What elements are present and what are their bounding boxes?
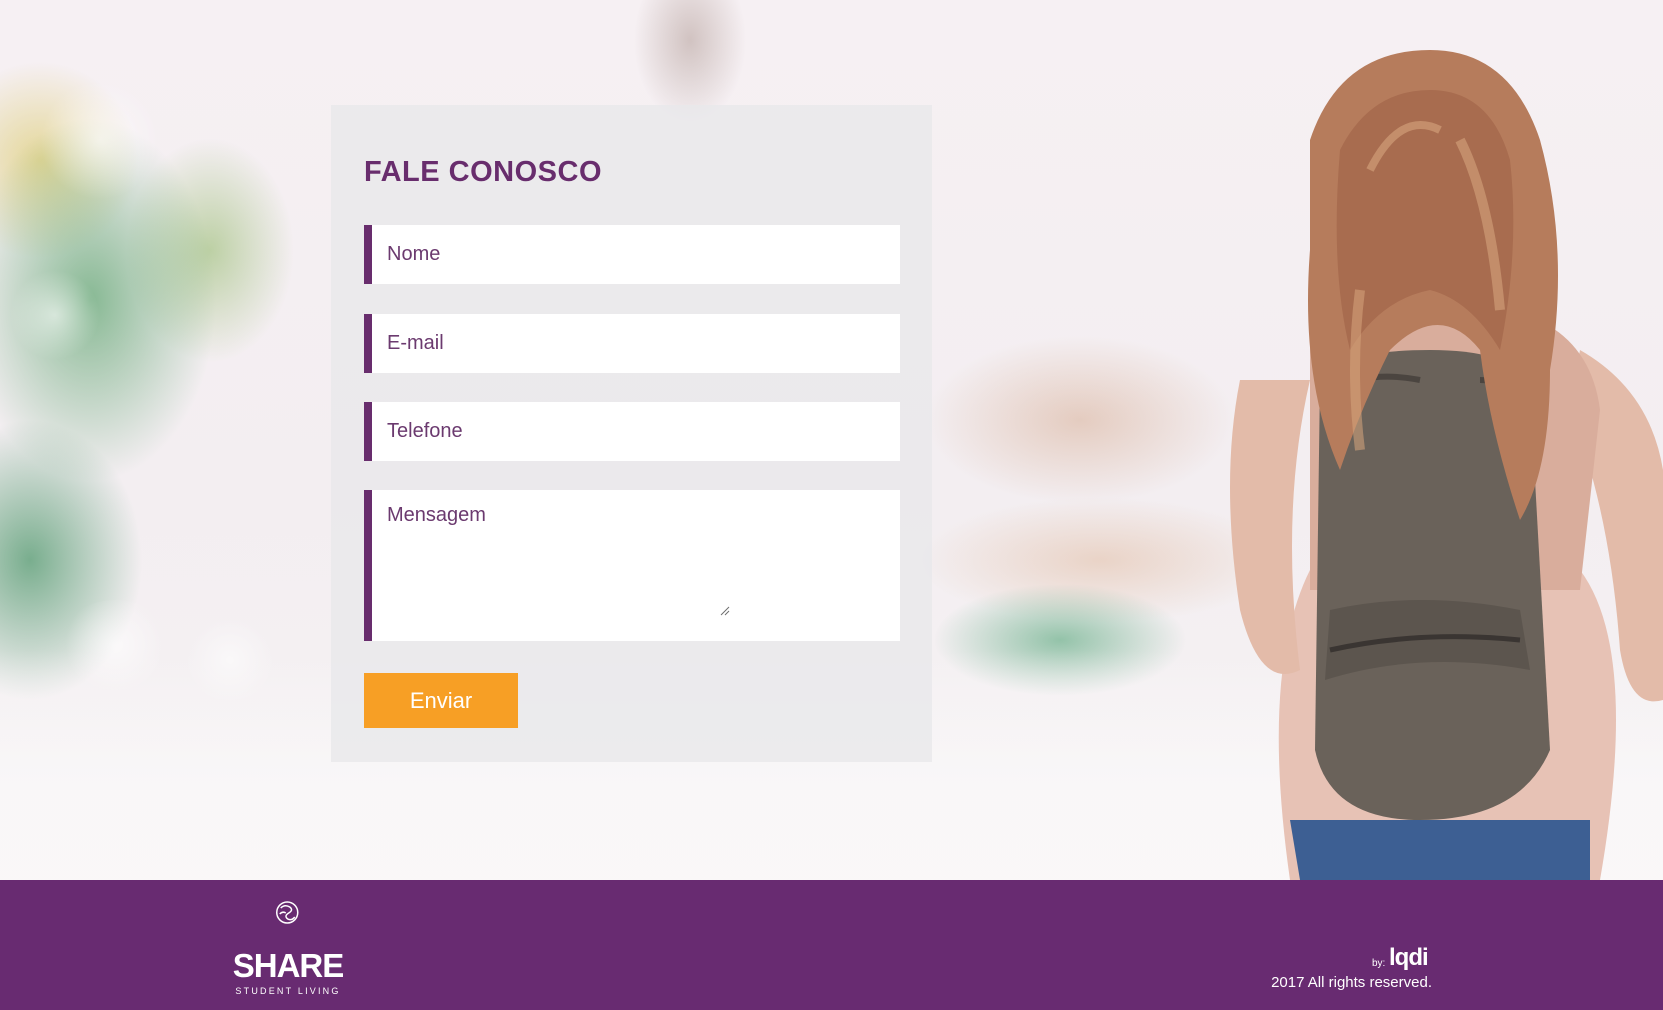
phone-field [364, 402, 900, 461]
phone-input[interactable] [372, 402, 900, 461]
resize-grip-icon[interactable] [720, 606, 730, 616]
copyright-text: 2017 All rights reserved. [1271, 974, 1432, 991]
bokeh-blob [10, 270, 100, 360]
name-field [364, 225, 900, 284]
email-field [364, 314, 900, 373]
submit-button[interactable]: Enviar [364, 673, 518, 728]
share-logo-icon [276, 901, 299, 924]
name-input[interactable] [372, 225, 900, 284]
bokeh-blob [40, 80, 160, 200]
credit-brand-logo[interactable]: lqdi [1389, 944, 1429, 972]
logo-wordmark: SHARE [232, 947, 345, 984]
email-input[interactable] [372, 314, 900, 373]
message-field [364, 490, 900, 641]
form-title: FALE CONOSCO [364, 156, 603, 188]
message-textarea[interactable] [372, 490, 900, 641]
credit-prefix: by: [1372, 958, 1386, 969]
student-with-backpack-image [1230, 50, 1663, 880]
logo-tagline: STUDENT LIVING [235, 986, 341, 996]
